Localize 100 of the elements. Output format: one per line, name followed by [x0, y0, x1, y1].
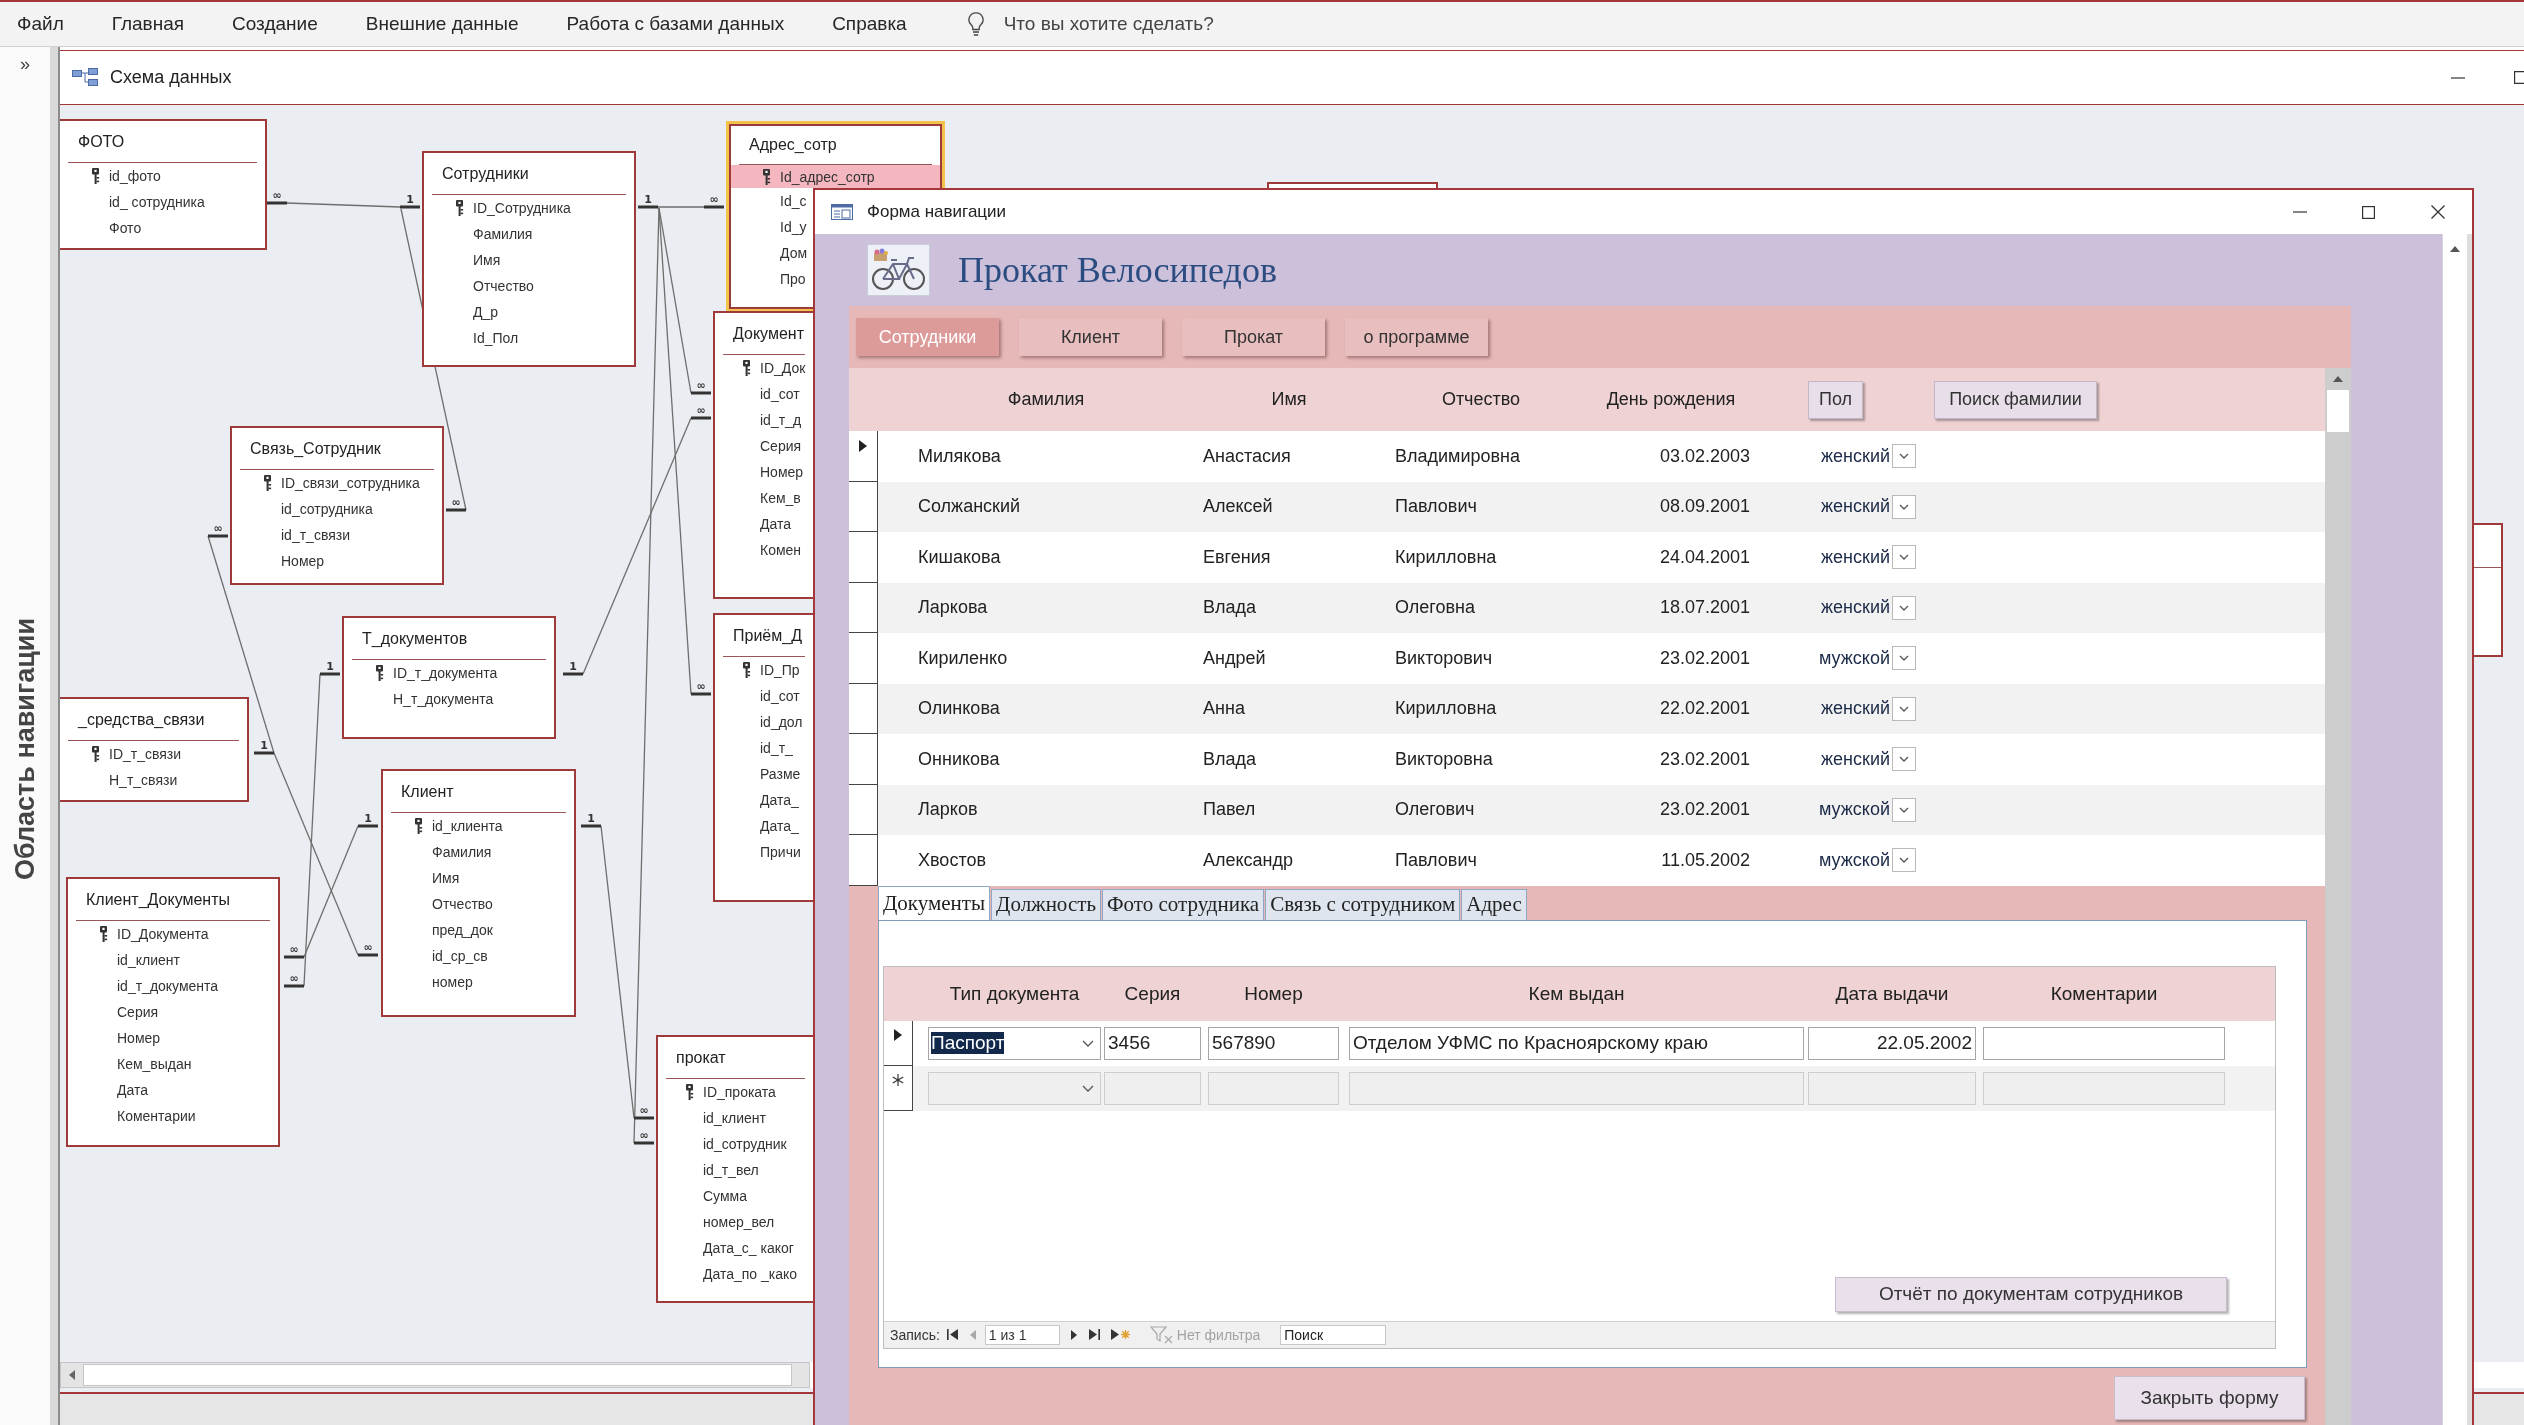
table-field[interactable]: Id_адрес_сотр [731, 165, 940, 188]
chevron-down-icon[interactable] [1082, 1039, 1094, 1047]
close-form-button[interactable]: Закрыть форму [2114, 1375, 2305, 1420]
table-field[interactable]: Дата_по _како [658, 1261, 813, 1287]
diagram-table[interactable] [1267, 182, 1438, 188]
table-field[interactable]: Id_Пол [424, 325, 634, 351]
record-selector[interactable] [884, 1065, 913, 1111]
table-field[interactable]: Номер [68, 1025, 278, 1051]
table-field[interactable]: Про [731, 266, 813, 292]
first-record-icon[interactable] [946, 1329, 959, 1340]
gender-combobox[interactable]: женский [1806, 696, 1916, 721]
table-field[interactable]: ID_Документа [68, 921, 278, 947]
tell-me-field[interactable]: Что вы хотите сделать? [1003, 13, 1254, 35]
table-field[interactable]: пред_док [383, 917, 574, 943]
table-field[interactable]: Отчество [383, 891, 574, 917]
gender-combobox[interactable]: мужской [1806, 646, 1916, 671]
vertical-scrollbar[interactable] [2442, 234, 2472, 1425]
comments-field[interactable] [1983, 1026, 2225, 1060]
scrollbar-thumb[interactable] [2327, 390, 2349, 432]
record-selector[interactable] [849, 835, 878, 886]
navigation-tab[interactable]: о программе [1345, 318, 1488, 356]
diagram-table[interactable]: Id_с Id_у Дом Про [726, 188, 813, 312]
table-field[interactable]: Комен [715, 537, 813, 563]
table-field[interactable]: ID_т_документа [344, 660, 554, 686]
issue-date-field[interactable] [1808, 1071, 1976, 1105]
table-field[interactable]: Отчество [424, 273, 634, 299]
gender-combobox[interactable]: мужской [1806, 848, 1916, 873]
up-arrow-icon[interactable] [2450, 246, 2460, 252]
table-field[interactable]: Дата [715, 511, 813, 537]
table-field[interactable]: ID_связи_сотрудника [232, 470, 442, 496]
series-field[interactable] [1104, 1071, 1201, 1105]
table-field[interactable]: Н_т_связи [60, 767, 247, 793]
table-field[interactable]: ID_Док [715, 355, 813, 381]
report-button[interactable]: Отчёт по документам сотрудников [1835, 1276, 2227, 1312]
record-selector[interactable] [849, 481, 878, 532]
table-field[interactable]: Д_р [424, 299, 634, 325]
record-selector[interactable] [849, 683, 878, 734]
table-field[interactable]: Дом [731, 240, 813, 266]
table-field[interactable]: ID_Пр [715, 657, 813, 683]
header-button[interactable]: Поиск фамилии [1934, 380, 2097, 419]
table-field[interactable]: id_т_связи [232, 522, 442, 548]
table-field[interactable]: id_сотрудника [232, 496, 442, 522]
table-field[interactable]: id_клиент [68, 947, 278, 973]
gender-combobox[interactable]: женский [1806, 444, 1916, 469]
issue-date-field[interactable]: 22.05.2002 [1808, 1026, 1976, 1060]
tab[interactable]: Адрес [1461, 888, 1527, 920]
table-field[interactable]: id_т_вел [658, 1157, 813, 1183]
expand-button[interactable]: » [16, 55, 34, 73]
table-field[interactable]: номер [383, 969, 574, 995]
table-field[interactable]: id_сотрудник [658, 1131, 813, 1157]
table-field[interactable]: ID_проката [658, 1079, 813, 1105]
table-field[interactable]: Дата [68, 1077, 278, 1103]
tab[interactable]: Документы [878, 885, 991, 920]
table-field[interactable]: Серия [715, 433, 813, 459]
search-field[interactable]: Поиск [1280, 1324, 1387, 1345]
table-field[interactable]: Имя [424, 247, 634, 273]
table-field[interactable]: id_дол [715, 709, 813, 735]
table-field[interactable]: Фамилия [424, 221, 634, 247]
menu-item[interactable]: Работа с базами данных [563, 11, 788, 37]
table-field[interactable]: номер_вел [658, 1209, 813, 1235]
scrollbar-thumb[interactable] [83, 1364, 792, 1386]
diagram-table[interactable]: Адрес_сотр Id_адрес_сотр [726, 121, 945, 188]
table-field[interactable]: id_клиент [658, 1105, 813, 1131]
table-field[interactable]: id_т_д [715, 407, 813, 433]
table-field[interactable]: ID_т_связи [60, 741, 247, 767]
table-field[interactable]: Сумма [658, 1183, 813, 1209]
table-field[interactable]: Фамилия [383, 839, 574, 865]
gender-combobox[interactable]: женский [1806, 545, 1916, 570]
previous-record-icon[interactable] [969, 1329, 976, 1340]
diagram-table[interactable] [2474, 523, 2503, 657]
horizontal-scrollbar[interactable] [60, 1362, 810, 1388]
gender-combobox[interactable]: мужской [1806, 797, 1916, 822]
menu-item[interactable]: Файл [14, 11, 67, 37]
gender-combobox[interactable]: женский [1806, 494, 1916, 519]
menu-item[interactable]: Внешние данные [362, 11, 522, 37]
table-field[interactable]: Кем_выдан [68, 1051, 278, 1077]
header-button[interactable]: Пол [1808, 380, 1863, 419]
record-selector[interactable] [849, 734, 878, 785]
navigation-tab[interactable]: Клиент [1019, 318, 1162, 356]
diagram-table[interactable]: Связь_Сотрудник ID_связи_сотрудника id_сотрудника id_т_связи Номер [230, 426, 444, 585]
table-field[interactable]: id_ср_св [383, 943, 574, 969]
diagram-table[interactable]: Документ ID_Док id_сот id_т_д Серия Номер Кем_в Дата Комен [713, 311, 813, 599]
table-field[interactable]: Id_с [731, 188, 813, 214]
record-position-field[interactable]: 1 из 1 [984, 1324, 1060, 1345]
menu-item[interactable]: Создание [229, 11, 321, 37]
tab[interactable]: Должность [991, 888, 1101, 920]
vertical-scrollbar[interactable] [2325, 368, 2351, 1425]
table-field[interactable]: Id_у [731, 214, 813, 240]
issued-by-field[interactable] [1349, 1071, 1804, 1105]
table-field[interactable]: Дата_с_ каког [658, 1235, 813, 1261]
table-field[interactable]: id_фото [60, 163, 265, 189]
chevron-down-icon[interactable] [1082, 1084, 1094, 1092]
diagram-table[interactable]: Сотрудники ID_Сотрудника Фамилия Имя Отчество Д_р Id_Пол [422, 151, 636, 367]
navigation-tab[interactable]: Прокат [1182, 318, 1325, 356]
diagram-table[interactable]: Т_документов ID_т_документа Н_т_документа [342, 616, 556, 739]
record-selector[interactable] [849, 582, 878, 633]
type-combobox[interactable]: Паспорт [928, 1026, 1101, 1060]
number-field[interactable] [1208, 1071, 1339, 1105]
table-field[interactable]: Дата_ [715, 787, 813, 813]
up-arrow-icon[interactable] [2333, 376, 2343, 382]
